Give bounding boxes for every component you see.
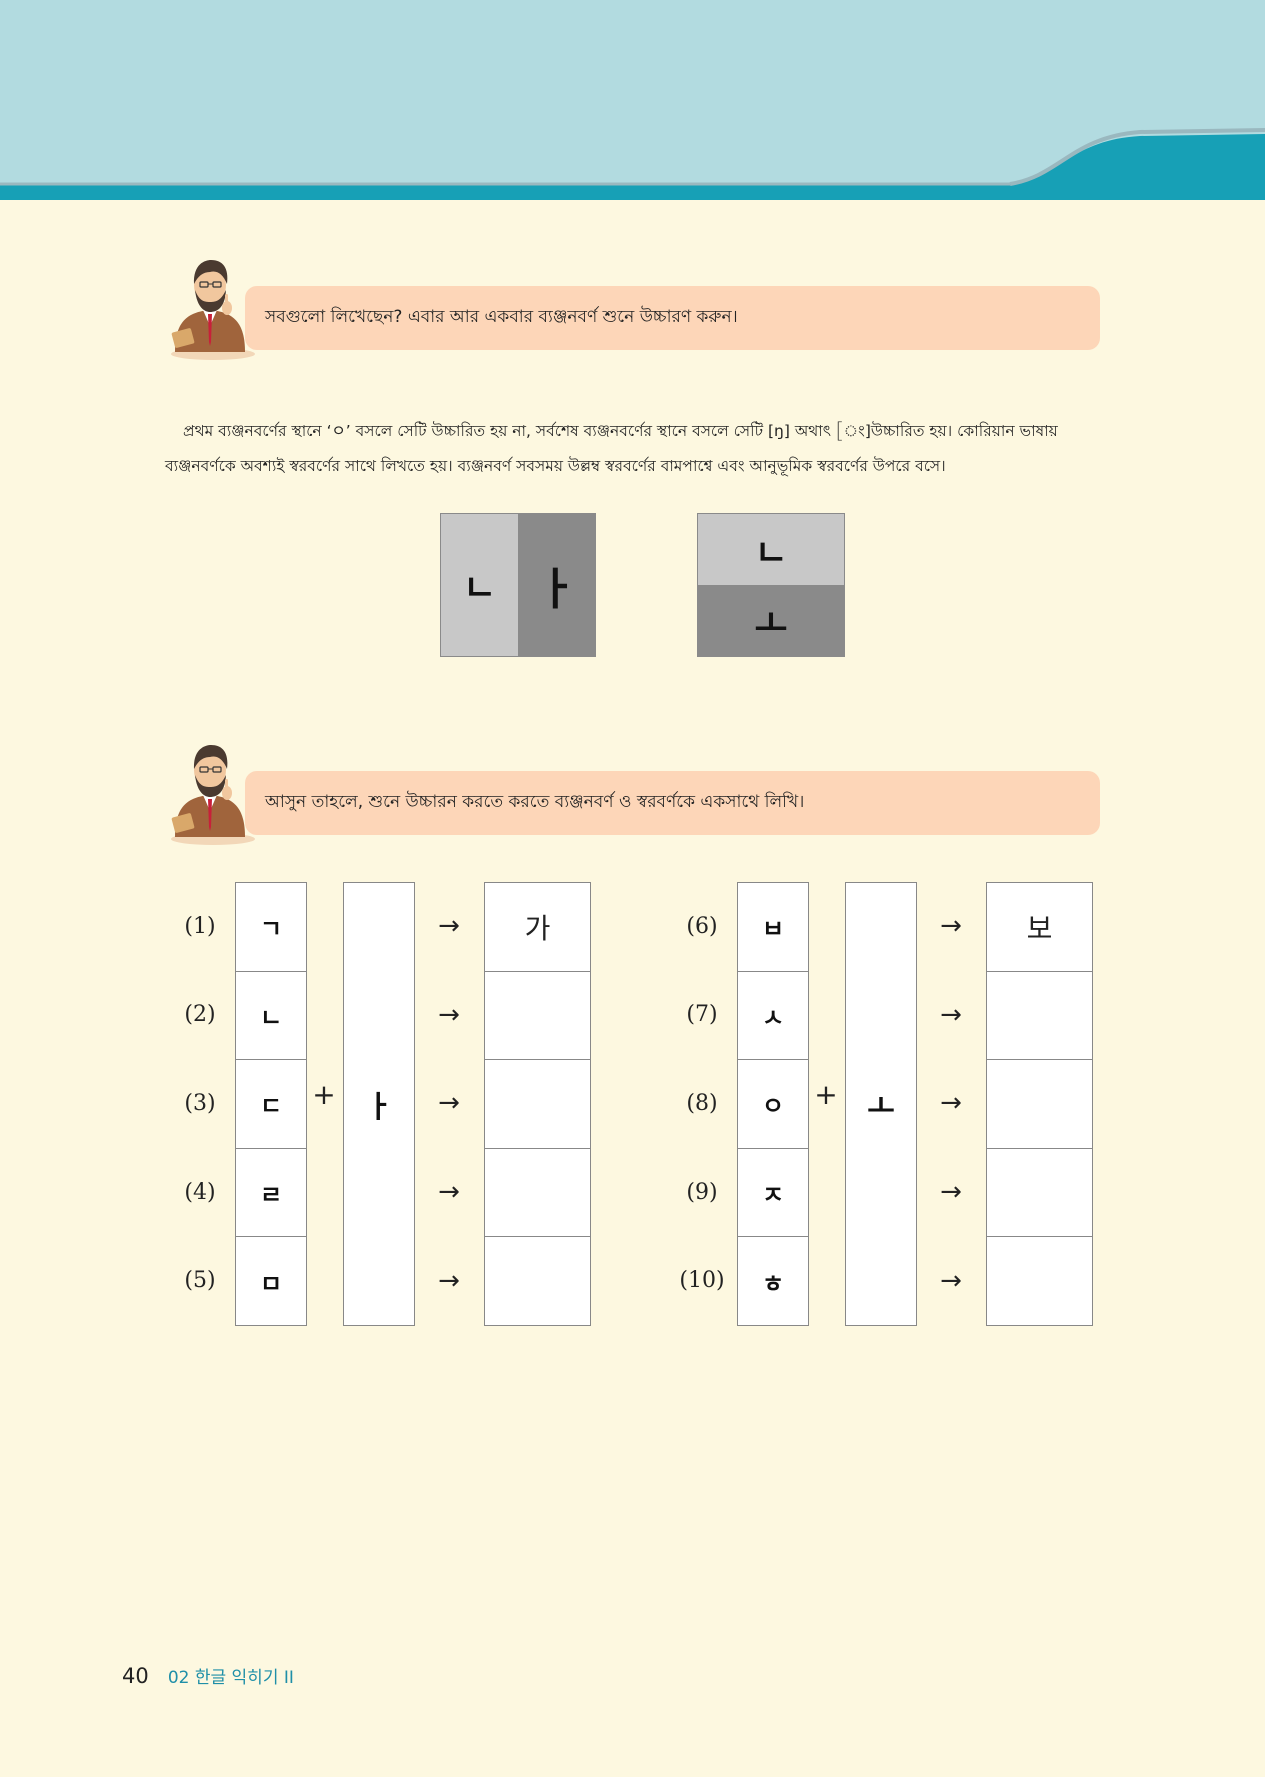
result-cell[interactable] <box>485 1149 590 1238</box>
exercise-number: (10) <box>679 1268 725 1294</box>
intro-paragraph: প্রথম ব্যঞ্জনবর্ণের স্থানে ‘ㅇ’ বসলে সেটি… <box>165 414 1101 484</box>
dialog-text: আসুন তাহলে, শুনে উচ্চারন করতে করতে ব্যঞ্… <box>265 792 805 812</box>
dialog-text: সবগুলো লিখেছেন? এবার আর একবার ব্যঞ্জনবর্… <box>265 307 738 327</box>
result-cell[interactable] <box>485 972 590 1061</box>
diagram-horizontal-vowel: ㄴ ㅗ <box>697 513 845 657</box>
result-cell: 가 <box>485 883 590 972</box>
arrow-icon: → <box>438 1088 460 1119</box>
page-footer: 40 02 한글 익히기 II <box>122 1663 294 1688</box>
arrow-icon: → <box>940 911 962 942</box>
arrow-icon: → <box>940 1177 962 1208</box>
arrow-icon: → <box>438 1177 460 1208</box>
exercise-number: (4) <box>184 1179 216 1205</box>
result-cell[interactable] <box>987 1237 1092 1325</box>
arrow-icon: → <box>940 1265 962 1296</box>
chapter-title: 02 한글 익히기 II <box>167 1668 294 1688</box>
consonant-cell: ㅇ <box>738 1060 808 1149</box>
result-cell[interactable] <box>987 1149 1092 1238</box>
exercise-number: (1) <box>184 913 216 939</box>
result-cell: 보 <box>987 883 1092 972</box>
arrow-icon: → <box>438 1265 460 1296</box>
result-column: 가 <box>484 882 591 1326</box>
diagram-vowel: ㅗ <box>698 585 844 656</box>
intro-line-1: প্রথম ব্যঞ্জনবর্ণের স্থানে ‘ㅇ’ বসলে সেটি… <box>183 422 1058 440</box>
exercise-number: (6) <box>686 913 718 939</box>
plus-sign: + <box>814 1078 838 1111</box>
plus-sign: + <box>312 1078 336 1111</box>
diagram-vowel: ㅏ <box>518 514 595 656</box>
exercise-number: (7) <box>686 1002 718 1028</box>
consonant-column: ㄱ ㄴ ㄷ ㄹ ㅁ <box>235 882 307 1326</box>
diagram-vertical-vowel: ㄴ ㅏ <box>440 513 596 657</box>
arrow-icon: → <box>438 999 460 1030</box>
consonant-cell: ㄷ <box>236 1060 306 1149</box>
consonant-cell: ㅂ <box>738 883 808 972</box>
arrow-icon: → <box>940 1088 962 1119</box>
teacher-icon <box>171 260 255 360</box>
result-cell[interactable] <box>987 972 1092 1061</box>
exercise-number: (3) <box>184 1090 216 1116</box>
dialog-2: আসুন তাহলে, শুনে উচ্চারন করতে করতে ব্যঞ্… <box>165 735 1105 845</box>
consonant-cell: ㄴ <box>236 972 306 1061</box>
arrow-icon: → <box>940 999 962 1030</box>
arrow-icon: → <box>438 911 460 942</box>
result-cell[interactable] <box>485 1237 590 1325</box>
exercise-o-vowel: (6) (7) (8) (9) (10) ㅂ ㅅ ㅇ ㅈ ㅎ + ㅗ → → →… <box>667 882 1187 1326</box>
page-number: 40 <box>122 1664 149 1688</box>
exercise-number: (9) <box>686 1179 718 1205</box>
exercise-number: (5) <box>184 1268 216 1294</box>
consonant-cell: ㄹ <box>236 1149 306 1238</box>
diagram-consonant: ㄴ <box>698 514 844 585</box>
intro-line-2: ব্যঞ্জনবর্ণকে অবশ্যই স্বরবর্ণের সাথে লিখ… <box>165 457 946 475</box>
consonant-cell: ㄱ <box>236 883 306 972</box>
consonant-cell: ㅁ <box>259 1269 283 1298</box>
vowel-column: ㅗ <box>845 882 917 1326</box>
exercise-a-vowel: (1) (2) (3) (4) (5) ㄱ ㄴ ㄷ ㄹ ㅁ + ㅏ → → → … <box>165 882 685 1326</box>
exercise-number: (2) <box>184 1002 216 1028</box>
diagram-consonant: ㄴ <box>441 514 518 656</box>
header-band <box>0 0 1265 200</box>
consonant-cell: ㅈ <box>738 1149 808 1238</box>
result-cell[interactable] <box>485 1060 590 1149</box>
vowel-column: ㅏ <box>343 882 415 1326</box>
dialog-1: সবগুলো লিখেছেন? এবার আর একবার ব্যঞ্জনবর্… <box>165 250 1105 360</box>
result-column: 보 <box>986 882 1093 1326</box>
consonant-cell: ㅎ <box>761 1269 785 1298</box>
consonant-cell: ㅅ <box>738 972 808 1061</box>
result-cell[interactable] <box>987 1060 1092 1149</box>
consonant-column: ㅂ ㅅ ㅇ ㅈ ㅎ <box>737 882 809 1326</box>
teacher-icon <box>171 745 255 845</box>
exercise-number: (8) <box>686 1090 718 1116</box>
